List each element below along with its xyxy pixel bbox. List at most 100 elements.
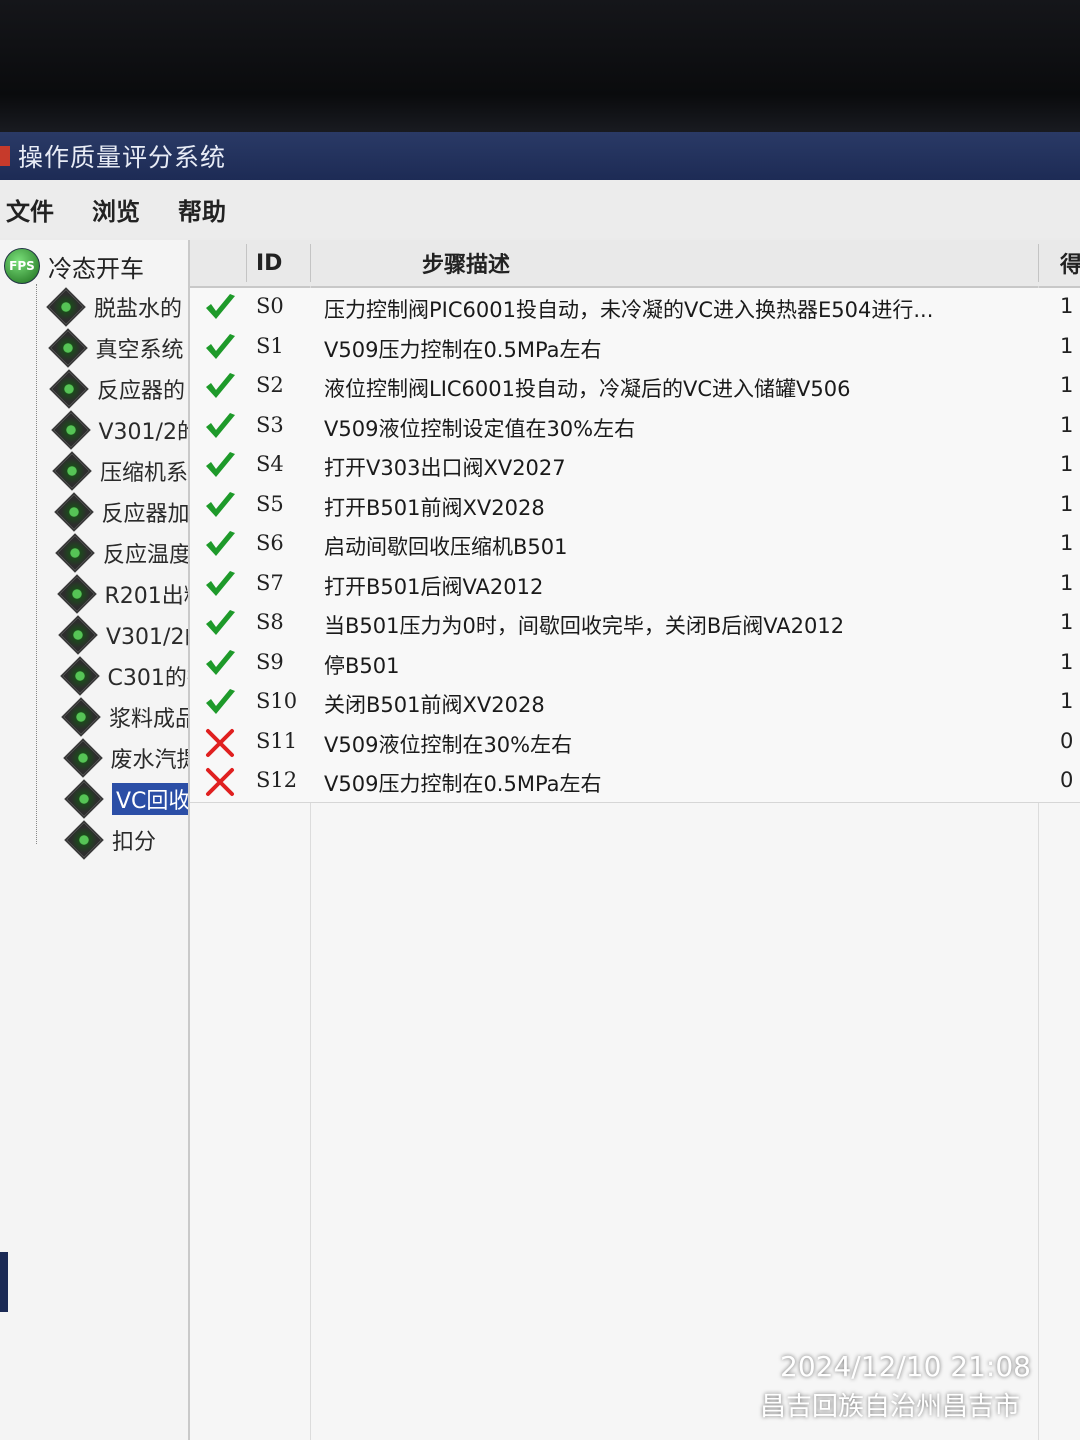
tree-item[interactable]: 浆料成品 (61, 697, 190, 737)
column-header-status[interactable] (190, 240, 246, 286)
tree-root[interactable]: FPS 冷态开车 (4, 248, 144, 284)
tree-item-label: 反应器加 (101, 502, 190, 527)
menu-help[interactable]: 帮助 (178, 192, 226, 227)
table-row[interactable]: S12 V509压力控制在0.5MPa左右 0 (190, 762, 1080, 803)
tree-item[interactable]: 真空系统 (47, 328, 184, 368)
step-id: S10 (256, 689, 298, 713)
table-row[interactable]: S9 停B501 1 (190, 643, 1080, 685)
tree-item[interactable]: V301/2的 (50, 410, 188, 450)
tree-item[interactable]: R201出料 (56, 574, 189, 614)
table-row[interactable]: S7 打开B501后阀VA2012 1 (190, 564, 1080, 606)
photo-location: 昌吉回族自治州昌吉市 (760, 1392, 1021, 1422)
app-icon (0, 146, 10, 166)
step-description: 关闭B501前阀XV2028 (324, 693, 545, 717)
menu-browse[interactable]: 浏览 (92, 192, 140, 227)
column-header-id[interactable]: ID (256, 240, 282, 286)
table-row[interactable]: S1 V509压力控制在0.5MPa左右 1 (190, 327, 1080, 369)
step-description: 打开B501前阀XV2028 (324, 495, 545, 520)
step-score: 1 (1060, 333, 1074, 358)
check-icon (202, 569, 238, 601)
tree-item[interactable]: 反应温度 (55, 533, 188, 573)
column-header-desc[interactable]: 步骤描述 (422, 240, 510, 286)
table-row[interactable]: S10 关闭B501前阀XV2028 1 (190, 683, 1080, 724)
tree-node-icon (53, 492, 94, 532)
step-score: 1 (1060, 649, 1074, 674)
title-bar: 操作质量评分系统 (0, 132, 1080, 180)
table-row[interactable]: S11 V509液位控制在30%左右 0 (190, 722, 1080, 764)
tree-item-label: C301的投 (107, 666, 189, 691)
table-row[interactable]: S3 V509液位控制设定值在30%左右 1 (190, 406, 1080, 448)
step-description: 打开B501后阀VA2012 (324, 574, 544, 599)
steps-table: ID 步骤描述 得 S0 压力控制阀PIC6001投自动，未冷凝的VC进入换热器E… (190, 240, 1080, 1440)
table-row[interactable]: S4 打开V303出口阀XV2027 1 (190, 446, 1080, 487)
step-description: V509压力控制在0.5MPa左右 (324, 337, 602, 362)
tree-item[interactable]: 扣分 (64, 820, 156, 860)
step-score: 1 (1060, 531, 1074, 555)
tree-node-icon (64, 820, 104, 860)
tree-item-label: V301/2的 (106, 625, 188, 650)
tree-item[interactable]: 废水汽提 (62, 738, 188, 778)
app-window: 操作质量评分系统 文件 浏览 帮助 FPS 冷态开车 脱盐水的 真空系统 反应器的 V… (0, 132, 1080, 1440)
tree-item[interactable]: 反应器的 (49, 369, 185, 409)
step-description: V509液位控制设定值在30%左右 (324, 416, 636, 441)
check-icon (202, 411, 238, 443)
table-row[interactable]: S2 液位控制阀LIC6001投自动，冷凝后的VC进入储罐V506 1 (190, 367, 1080, 408)
step-score: 0 (1060, 768, 1074, 792)
check-icon (202, 529, 238, 561)
tree-item-label: R201出料 (104, 584, 189, 609)
tree-node-icon (49, 369, 89, 409)
tree-node-icon (61, 697, 101, 737)
window-title: 操作质量评分系统 (18, 143, 227, 172)
tree-item[interactable]: 脱盐水的 (46, 287, 182, 327)
tree-item-label: 压缩机系 (100, 461, 189, 486)
step-id: S11 (256, 728, 298, 753)
step-score: 1 (1060, 452, 1074, 476)
menu-bar: 文件 浏览 帮助 (0, 180, 1080, 238)
step-id: S0 (256, 294, 284, 318)
tree-item-label: 浆料成品 (109, 707, 190, 732)
tree-node-icon (64, 779, 104, 819)
tree-item-label: 真空系统 (95, 338, 184, 363)
step-description: 液位控制阀LIC6001投自动，冷凝后的VC进入储罐V506 (324, 377, 851, 401)
step-id: S8 (256, 610, 284, 634)
photo-timestamp: 2024/12/10 21:08 (780, 1350, 1031, 1383)
table-row[interactable]: S0 压力控制阀PIC6001投自动，未冷凝的VC进入换热器E504进行... 1 (190, 288, 1080, 329)
fps-logo-icon: FPS (4, 248, 40, 284)
column-header-score[interactable]: 得 (1060, 240, 1080, 286)
tree-item[interactable]: 反应器加 (53, 492, 190, 532)
tree-item[interactable]: 压缩机系 (52, 451, 189, 491)
tree-item[interactable]: VC回收 (64, 779, 188, 819)
tree-connector (36, 284, 37, 844)
step-id: S7 (256, 570, 284, 595)
check-icon (202, 332, 238, 364)
step-id: S4 (256, 452, 284, 476)
step-score: 1 (1060, 491, 1074, 516)
step-id: S12 (256, 768, 298, 792)
step-description: 当B501压力为0时，间歇回收完毕，关闭B后阀VA2012 (324, 614, 845, 638)
step-description: 压力控制阀PIC6001投自动，未冷凝的VC进入换热器E504进行... (324, 298, 934, 322)
cross-icon (202, 766, 238, 798)
step-description: V509压力控制在0.5MPa左右 (324, 772, 602, 796)
menu-file[interactable]: 文件 (6, 192, 54, 227)
step-id: S5 (256, 491, 284, 516)
step-score: 1 (1060, 570, 1074, 595)
step-id: S3 (256, 412, 284, 437)
tree-item[interactable]: V301/2的 (58, 615, 188, 655)
tree-node-icon (50, 410, 91, 450)
tree-node-icon (62, 738, 103, 778)
tree-node-icon (47, 328, 88, 368)
tree-node-icon (58, 615, 98, 655)
step-id: S6 (256, 531, 284, 555)
step-score: 1 (1060, 294, 1074, 318)
step-description: 启动间歇回收压缩机B501 (324, 535, 568, 559)
tree-item-label: VC回收 (112, 783, 188, 815)
tree-item[interactable]: C301的投 (59, 656, 189, 696)
table-row[interactable]: S6 启动间歇回收压缩机B501 1 (190, 525, 1080, 566)
step-id: S2 (256, 373, 284, 397)
step-score: 1 (1060, 610, 1074, 634)
table-row[interactable]: S5 打开B501前阀XV2028 1 (190, 485, 1080, 527)
tree-node-icon (56, 574, 97, 614)
table-header: ID 步骤描述 得 (190, 240, 1080, 288)
tree-node-icon (55, 533, 95, 573)
table-row[interactable]: S8 当B501压力为0时，间歇回收完毕，关闭B后阀VA2012 1 (190, 604, 1080, 645)
